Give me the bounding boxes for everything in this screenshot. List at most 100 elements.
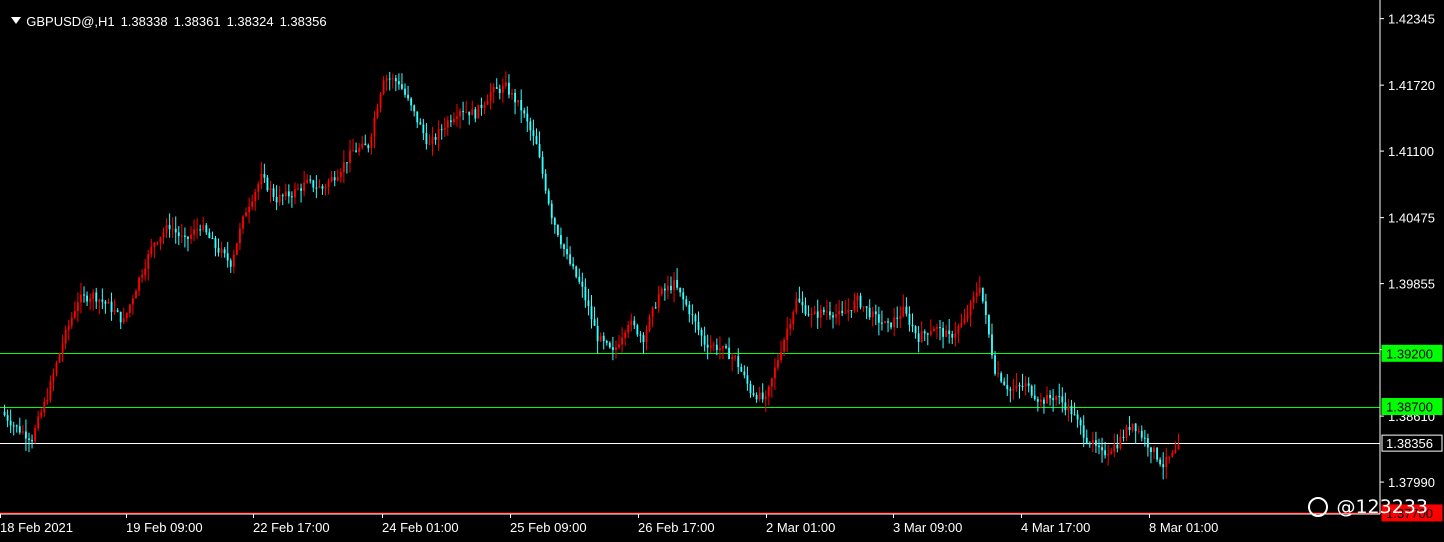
- candle[interactable]: [162, 227, 165, 244]
- candle[interactable]: [349, 139, 351, 173]
- candle[interactable]: [1088, 441, 1091, 448]
- candle[interactable]: [813, 305, 816, 315]
- candle[interactable]: [511, 88, 513, 100]
- candle[interactable]: [706, 334, 709, 360]
- candle[interactable]: [125, 312, 128, 322]
- candle[interactable]: [1024, 376, 1027, 396]
- candle[interactable]: [98, 298, 101, 315]
- candle[interactable]: [211, 231, 214, 240]
- candle[interactable]: [1079, 417, 1082, 435]
- candle[interactable]: [257, 181, 260, 200]
- candle[interactable]: [1091, 431, 1094, 453]
- candle[interactable]: [608, 341, 611, 349]
- candle[interactable]: [401, 73, 403, 91]
- price-chart[interactable]: 1.42345 1.41720 1.41100 1.40475 1.39855 1.392…: [0, 0, 1444, 542]
- candle[interactable]: [229, 258, 232, 274]
- candle[interactable]: [355, 142, 358, 153]
- candle[interactable]: [847, 298, 850, 322]
- candle[interactable]: [712, 341, 715, 352]
- candle[interactable]: [599, 332, 602, 342]
- candle[interactable]: [67, 320, 70, 341]
- candle[interactable]: [1073, 402, 1076, 416]
- candle[interactable]: [1003, 377, 1006, 386]
- candle[interactable]: [767, 385, 770, 406]
- candle[interactable]: [25, 419, 27, 451]
- candle[interactable]: [34, 424, 37, 444]
- candle[interactable]: [593, 306, 596, 326]
- candle[interactable]: [174, 216, 177, 244]
- candle[interactable]: [663, 283, 666, 301]
- candle[interactable]: [1131, 423, 1134, 433]
- candle[interactable]: [547, 188, 550, 206]
- candle[interactable]: [798, 286, 801, 304]
- candle[interactable]: [532, 119, 535, 146]
- candle[interactable]: [954, 321, 957, 347]
- candle[interactable]: [1076, 410, 1079, 428]
- candle[interactable]: [336, 169, 339, 182]
- candle[interactable]: [1140, 425, 1143, 442]
- candle[interactable]: [792, 310, 795, 331]
- candle[interactable]: [1095, 431, 1097, 453]
- candle[interactable]: [1153, 445, 1155, 460]
- candle[interactable]: [266, 175, 269, 192]
- candle[interactable]: [777, 353, 779, 371]
- candle[interactable]: [132, 294, 134, 315]
- candle[interactable]: [187, 235, 189, 252]
- candle[interactable]: [168, 213, 171, 238]
- candle[interactable]: [1168, 456, 1171, 464]
- candle[interactable]: [1119, 429, 1122, 451]
- candle[interactable]: [685, 295, 688, 307]
- candle[interactable]: [431, 126, 434, 156]
- candle[interactable]: [49, 375, 52, 403]
- candle[interactable]: [64, 325, 67, 350]
- candle[interactable]: [80, 282, 82, 314]
- candle[interactable]: [969, 300, 972, 327]
- candle[interactable]: [584, 278, 587, 308]
- candle[interactable]: [223, 247, 226, 258]
- candle[interactable]: [572, 257, 575, 270]
- candle[interactable]: [40, 408, 43, 419]
- candle[interactable]: [46, 388, 49, 405]
- candle[interactable]: [113, 299, 116, 315]
- candle[interactable]: [569, 246, 572, 266]
- candle[interactable]: [165, 218, 168, 238]
- candle[interactable]: [1113, 433, 1116, 458]
- candle[interactable]: [651, 306, 654, 328]
- candle[interactable]: [660, 286, 663, 297]
- candle[interactable]: [495, 78, 498, 90]
- candle[interactable]: [275, 185, 278, 211]
- candle[interactable]: [248, 197, 251, 224]
- candle[interactable]: [107, 298, 110, 304]
- candle[interactable]: [462, 101, 465, 121]
- candle[interactable]: [425, 123, 428, 150]
- candle[interactable]: [874, 304, 877, 326]
- candle[interactable]: [242, 215, 244, 234]
- candle[interactable]: [352, 138, 354, 152]
- candle[interactable]: [180, 223, 183, 243]
- candle[interactable]: [459, 107, 461, 129]
- candle[interactable]: [413, 104, 416, 117]
- candle[interactable]: [1009, 386, 1012, 403]
- candle[interactable]: [605, 339, 608, 346]
- candle[interactable]: [1030, 384, 1033, 399]
- candle[interactable]: [994, 350, 996, 376]
- candle[interactable]: [394, 74, 397, 92]
- candle[interactable]: [1082, 415, 1085, 448]
- candle[interactable]: [376, 103, 379, 119]
- candle[interactable]: [538, 131, 541, 159]
- candle[interactable]: [841, 301, 844, 317]
- candle[interactable]: [480, 97, 483, 116]
- candle[interactable]: [43, 397, 46, 417]
- candle[interactable]: [89, 293, 92, 311]
- candle[interactable]: [667, 275, 669, 300]
- candle[interactable]: [92, 289, 95, 311]
- candle[interactable]: [611, 336, 614, 361]
- candle[interactable]: [553, 216, 556, 234]
- candle[interactable]: [1171, 449, 1174, 458]
- candle[interactable]: [865, 306, 868, 320]
- candle[interactable]: [945, 324, 948, 338]
- candle[interactable]: [1064, 392, 1067, 416]
- candle[interactable]: [728, 337, 730, 360]
- candle[interactable]: [235, 242, 238, 256]
- candle[interactable]: [284, 183, 287, 201]
